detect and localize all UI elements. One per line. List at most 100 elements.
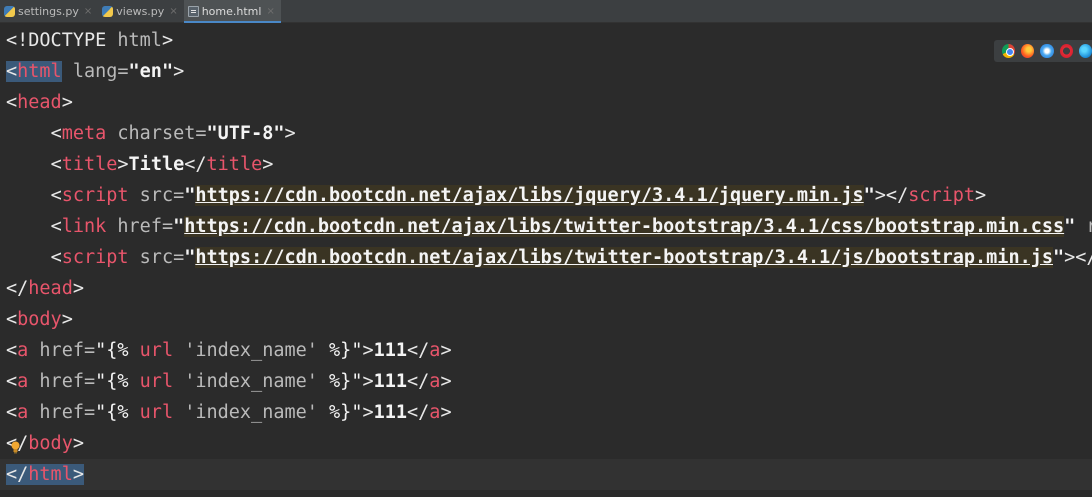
url-link[interactable]: https://cdn.bootcdn.net/ajax/libs/twitte… [195,247,1053,268]
firefox-icon[interactable] [1021,44,1035,58]
bracket: > [362,340,374,361]
bracket: > [362,371,374,392]
bracket: < [6,92,18,113]
bracket: > [72,464,84,485]
bracket: </ [407,402,430,423]
edge-icon[interactable] [1078,44,1092,58]
code-editor[interactable]: <!DOCTYPE html> <html lang="en"> <head> … [0,24,1092,497]
quote: " [351,340,363,361]
tag-name: a [429,340,441,361]
bracket: < [6,340,18,361]
quote: " [95,371,107,392]
bracket: < [6,402,18,423]
tag-name: link [61,216,107,237]
tab-label: views.py [116,5,165,18]
template-brace: %} [329,371,352,392]
code-line-3[interactable]: <head> [0,87,1092,118]
bracket: ></ [1064,247,1092,268]
text-content: 111 [373,402,408,423]
quote: " [1053,247,1065,268]
template-string: 'index_name' [173,340,330,361]
template-brace: %} [329,340,352,361]
code-line-12[interactable]: <a href="{% url 'index_name' %}">111</a> [0,366,1092,397]
bracket: > [262,154,274,175]
attr-name: href= [28,340,96,361]
chrome-icon[interactable] [1002,44,1016,58]
quote: " [184,247,196,268]
bracket: > [975,185,987,206]
bracket: > [61,92,73,113]
code-line-14[interactable]: </body> [0,428,1092,459]
code-line-10[interactable]: <body> [0,304,1092,335]
tag-name: body [28,433,73,454]
code-line-5[interactable]: <title>Title</title> [0,149,1092,180]
tag-name: a [17,402,29,423]
close-icon[interactable]: × [84,6,92,17]
code-line-4[interactable]: <meta charset="UTF-8"> [0,118,1092,149]
tag-name: title [61,154,118,175]
bracket: > [440,340,452,361]
template-string: 'index_name' [173,371,330,392]
editor-tab-bar: settings.py × views.py × home.html × [0,0,1092,23]
doctype-token: <!DOCTYPE [6,30,118,51]
bracket: < [50,216,62,237]
attr-name: href= [28,371,96,392]
tab-views-py[interactable]: views.py × [98,0,183,23]
template-brace: %} [329,402,352,423]
template-keyword: url [139,402,174,423]
bracket: < [6,61,18,82]
template-keyword: url [139,340,174,361]
opera-icon[interactable] [1059,44,1073,58]
quote: " [351,371,363,392]
code-line-1[interactable]: <!DOCTYPE html> [0,25,1092,56]
code-line-15[interactable]: </html> [0,459,1092,490]
bracket: < [50,185,62,206]
bracket: </ [6,278,29,299]
bracket: < [50,154,62,175]
bracket: > [440,402,452,423]
template-brace: {% [106,402,140,423]
code-line-9[interactable]: </head> [0,273,1092,304]
bracket: > [284,123,296,144]
code-line-6[interactable]: < script src="https://cdn.bootcdn.net/aja… [0,180,1092,211]
browser-preview-toolbar [994,40,1092,62]
code-line-8[interactable]: <script src="https://cdn.bootcdn.net/aja… [0,242,1092,273]
tag-name: html [17,61,62,82]
tab-settings-py[interactable]: settings.py × [0,0,98,23]
quote: " [184,185,196,206]
close-icon[interactable]: × [169,6,177,17]
tag-name: head [17,92,62,113]
doctype-value: html [117,30,162,51]
template-brace: {% [106,340,140,361]
code-line-7[interactable]: <link href="https://cdn.bootcdn.net/ajax… [0,211,1092,242]
safari-icon[interactable] [1040,44,1054,58]
bracket: </ [184,154,207,175]
tab-home-html[interactable]: home.html × [183,0,281,23]
tab-label: home.html [201,5,262,18]
url-link[interactable]: https://cdn.bootcdn.net/ajax/libs/twitte… [184,216,1065,237]
template-brace: {% [106,371,140,392]
tag-name: script [908,185,976,206]
url-link[interactable]: https://cdn.bootcdn.net/ajax/libs/jquery… [195,185,864,206]
python-file-icon [4,6,15,17]
attr-name: charset= [106,123,207,144]
close-icon[interactable]: × [266,6,274,17]
bracket: > [362,402,374,423]
code-line-2[interactable]: <html lang="en"> [0,56,1092,87]
bracket: > [161,30,174,51]
bracket: < [50,247,62,268]
bracket: < [50,123,62,144]
lightbulb-icon[interactable] [11,441,20,454]
text-content: 111 [373,340,408,361]
attr-name: src= [128,185,185,206]
code-line-13[interactable]: <a href="{% url 'index_name' %}">111</a> [0,397,1092,428]
tag-name: html [28,464,73,485]
code-line-11[interactable]: <a href="{% url 'index_name' %}">111</a> [0,335,1092,366]
bracket: > [173,61,185,82]
attr-name: r [1086,216,1092,237]
